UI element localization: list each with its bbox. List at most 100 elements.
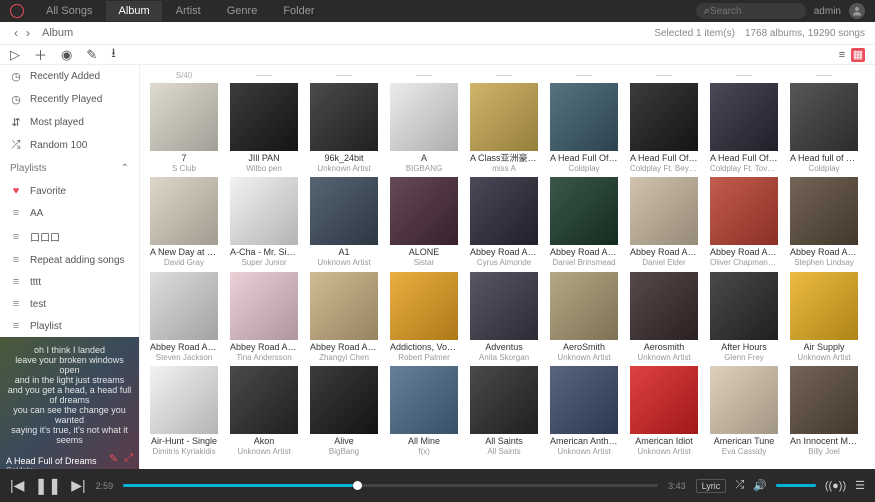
playlist-item[interactable]: ≡口口口 xyxy=(0,224,139,249)
album-cover[interactable] xyxy=(550,366,618,434)
nav-forward-button[interactable]: › xyxy=(22,26,34,40)
playlists-header[interactable]: Playlists ⌃ xyxy=(0,157,139,180)
progress-bar[interactable] xyxy=(123,484,658,487)
album-item[interactable]: A Class亚洲豪华…miss A xyxy=(470,83,538,173)
album-item[interactable]: AerosmithUnknown Artist xyxy=(630,272,698,362)
album-item[interactable]: All SaintsAll Saints xyxy=(470,366,538,456)
album-cover[interactable] xyxy=(390,366,458,434)
edit-button[interactable]: ✎ xyxy=(86,47,97,63)
album-cover[interactable] xyxy=(630,177,698,245)
album-cover[interactable] xyxy=(550,177,618,245)
playlist-item[interactable]: ≡Playlist xyxy=(0,315,139,337)
album-item[interactable]: Abbey Road Anthe…Tina Andersson xyxy=(230,272,298,362)
album-cover[interactable] xyxy=(310,83,378,151)
album-item[interactable]: ALONESistar xyxy=(390,177,458,267)
album-item[interactable]: American IdiotUnknown Artist xyxy=(630,366,698,456)
album-item[interactable]: All Minef(x) xyxy=(390,366,458,456)
album-cover[interactable] xyxy=(470,83,538,151)
album-cover[interactable] xyxy=(790,177,858,245)
album-item[interactable]: Abbey Road Anthe…Cyrus Almonde xyxy=(470,177,538,267)
album-item[interactable]: A Head Full Of Dre…Coldplay xyxy=(550,83,618,173)
album-cover[interactable] xyxy=(470,272,538,340)
sync-button[interactable]: ◉ xyxy=(61,47,72,63)
album-item[interactable]: American Anthems…Unknown Artist xyxy=(550,366,618,456)
sidebar-item-recently-added[interactable]: ◷Recently Added xyxy=(0,65,139,88)
album-cover[interactable] xyxy=(310,177,378,245)
tab-all-songs[interactable]: All Songs xyxy=(34,1,104,21)
tab-genre[interactable]: Genre xyxy=(215,1,270,21)
lyric-toggle-button[interactable]: Lyric xyxy=(696,479,727,493)
album-item[interactable]: Air SupplyUnknown Artist xyxy=(790,272,858,362)
download-button[interactable]: ⭳ xyxy=(111,44,116,66)
album-cover[interactable] xyxy=(150,83,218,151)
queue-button[interactable]: ☰ xyxy=(855,479,865,492)
list-view-button[interactable]: ≡ xyxy=(835,48,849,62)
album-item[interactable]: AkonUnknown Artist xyxy=(230,366,298,456)
volume-slider[interactable] xyxy=(776,484,816,487)
album-item[interactable]: ABIGBANG xyxy=(390,83,458,173)
playlist-item[interactable]: ≡tttt xyxy=(0,271,139,293)
next-track-button[interactable]: ▶| xyxy=(71,477,85,494)
album-item[interactable]: American TuneEva Cassidy xyxy=(710,366,778,456)
album-cover[interactable] xyxy=(790,83,858,151)
album-item[interactable]: JIll PANWilbo pen xyxy=(230,83,298,173)
volume-icon[interactable]: 🔊 xyxy=(753,479,767,492)
album-item[interactable]: Addictions, Vol. 1Robert Palmer xyxy=(390,272,458,362)
tab-album[interactable]: Album xyxy=(106,1,161,21)
tab-folder[interactable]: Folder xyxy=(271,1,326,21)
album-item[interactable]: Air-Hunt - SingleDimitris Kyriakidis xyxy=(150,366,218,456)
sidebar-item-recently-played[interactable]: ◷Recently Played xyxy=(0,88,139,111)
album-item[interactable]: Abbey Road Anthe…Stephen Lindsay xyxy=(790,177,858,267)
album-item[interactable]: Abbey Road Anthe…Daniel Brinsmead xyxy=(550,177,618,267)
search-box[interactable]: ⌕ xyxy=(696,3,806,19)
edit-lyrics-button[interactable]: ✎ xyxy=(109,452,118,465)
album-cover[interactable] xyxy=(150,366,218,434)
album-item[interactable]: Abbey Road Anthe…Zhangyi Chen xyxy=(310,272,378,362)
album-item[interactable]: 7S Club xyxy=(150,83,218,173)
album-cover[interactable] xyxy=(390,83,458,151)
album-item[interactable]: A Head Full Of Dre…Coldplay Ft. Tove Lo xyxy=(710,83,778,173)
shuffle-button[interactable]: ⤮ xyxy=(735,479,744,492)
album-item[interactable]: AliveBigBang xyxy=(310,366,378,456)
album-item[interactable]: A Head Full Of Dre…Coldplay Ft. Beyoncé xyxy=(630,83,698,173)
user-avatar[interactable] xyxy=(849,3,865,19)
playlist-item[interactable]: ≡Repeat adding songs xyxy=(0,249,139,271)
album-cover[interactable] xyxy=(150,272,218,340)
album-cover[interactable] xyxy=(310,366,378,434)
album-item[interactable]: A Head full of Drea…Coldplay xyxy=(790,83,858,173)
sidebar-item-most-played[interactable]: ⇵Most played xyxy=(0,111,139,134)
sidebar-item-random-100[interactable]: ⤮Random 100 xyxy=(0,134,139,157)
album-cover[interactable] xyxy=(630,272,698,340)
nav-back-button[interactable]: ‹ xyxy=(10,26,22,40)
album-cover[interactable] xyxy=(230,366,298,434)
album-item[interactable]: Abbey Road Anthe…Oliver Chapman & Wil… xyxy=(710,177,778,267)
album-cover[interactable] xyxy=(710,83,778,151)
play-pause-button[interactable]: ❚❚ xyxy=(34,476,61,496)
album-item[interactable]: Abbey Road Anthe…Daniel Elder xyxy=(630,177,698,267)
playlist-item[interactable]: ≡AA xyxy=(0,202,139,224)
album-cover[interactable] xyxy=(710,366,778,434)
playlist-item[interactable]: ≡test xyxy=(0,293,139,315)
expand-lyrics-button[interactable]: ⤢ xyxy=(124,452,133,465)
user-label[interactable]: admin xyxy=(814,6,841,17)
album-cover[interactable] xyxy=(630,83,698,151)
album-cover[interactable] xyxy=(230,177,298,245)
album-item[interactable]: A-Cha - Mr. Simple…Super Junior xyxy=(230,177,298,267)
play-all-button[interactable]: ▷ xyxy=(10,47,20,63)
tab-artist[interactable]: Artist xyxy=(164,1,213,21)
add-button[interactable]: ＋ xyxy=(34,45,47,64)
grid-view-button[interactable]: ▦ xyxy=(851,48,865,62)
album-item[interactable]: AdventusAnita Skorgan xyxy=(470,272,538,362)
album-item[interactable]: A New Day at Midn…David Gray xyxy=(150,177,218,267)
album-cover[interactable] xyxy=(710,272,778,340)
album-cover[interactable] xyxy=(710,177,778,245)
prev-track-button[interactable]: |◀ xyxy=(10,477,24,494)
album-cover[interactable] xyxy=(550,83,618,151)
search-input[interactable] xyxy=(710,6,790,17)
album-cover[interactable] xyxy=(790,272,858,340)
album-item[interactable]: A1Unknown Artist xyxy=(310,177,378,267)
progress-handle[interactable] xyxy=(353,481,362,490)
album-item[interactable]: 96k_24bitUnknown Artist xyxy=(310,83,378,173)
playlist-item[interactable]: ♥Favorite xyxy=(0,180,139,202)
album-cover[interactable] xyxy=(310,272,378,340)
